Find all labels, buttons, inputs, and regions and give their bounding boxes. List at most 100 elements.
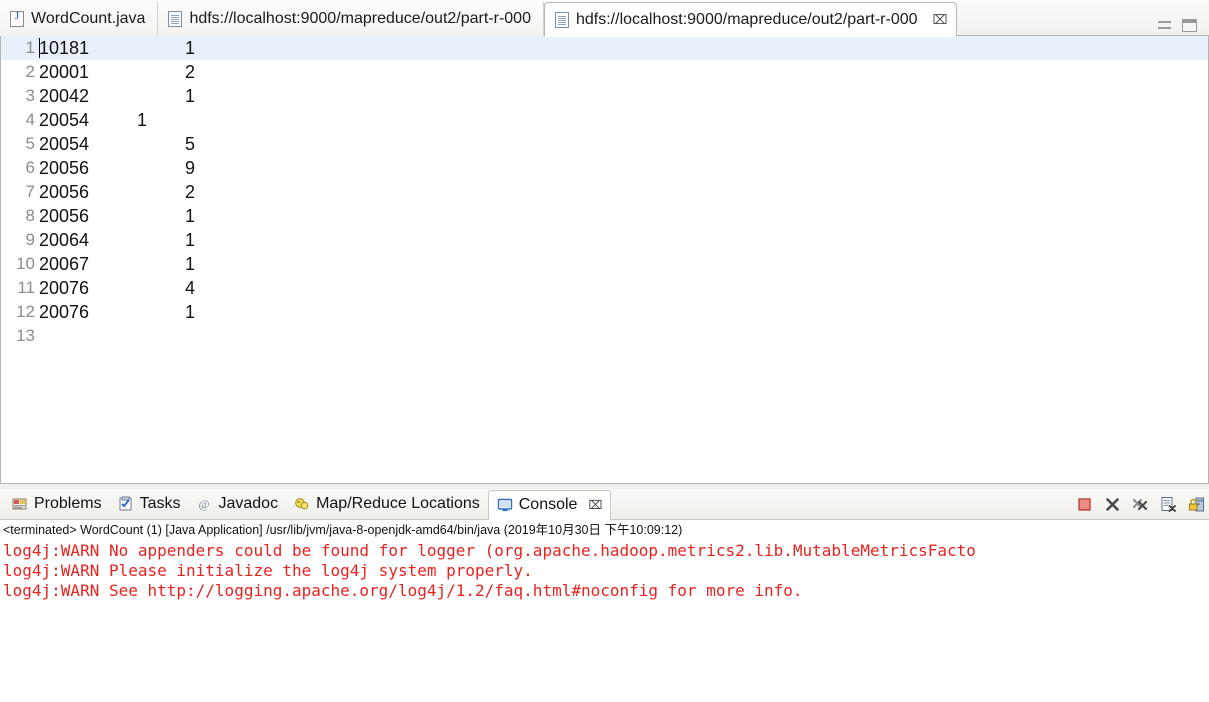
editor-tab-part-r-000-2-active[interactable]: hdfs://localhost:9000/mapreduce/out2/par… [543, 2, 957, 37]
remove-all-terminated-button[interactable] [1132, 496, 1149, 513]
record-value: 5 [185, 134, 196, 154]
bottom-tab-bar: Problems Tasks @ Javadoc Map/Reduce Loca… [0, 489, 1209, 520]
tab-mapreduce-locations[interactable]: Map/Reduce Locations [286, 489, 488, 520]
code-line-content: 20042 1 [37, 84, 1208, 108]
terminate-button[interactable] [1076, 496, 1093, 513]
record-key: 20076 [39, 278, 90, 298]
editor-view-buttons [1151, 19, 1209, 36]
code-line-content: 20064 1 [37, 228, 1208, 252]
tab-label: Tasks [139, 495, 181, 512]
record-value: 1 [185, 38, 196, 58]
editor-text-area[interactable]: 1 10181 1 2 20001 2 3 20042 1 4 20054 1 5 20054 5 6 2005… [0, 36, 1209, 484]
code-line-content: 20054 1 [37, 108, 1208, 132]
record-value: 2 [185, 182, 196, 202]
tab-label: Problems [34, 495, 102, 512]
code-line[interactable]: 4 20054 1 [1, 108, 1208, 132]
record-key: 20054 [39, 110, 90, 130]
record-value: 4 [185, 278, 196, 298]
code-line-content: 10181 1 [37, 36, 1208, 60]
line-number: 11 [17, 278, 35, 297]
code-line[interactable]: 1 10181 1 [1, 36, 1208, 60]
record-key: 20042 [39, 86, 90, 106]
minimize-view-icon[interactable] [1157, 20, 1172, 31]
scroll-lock-button[interactable] [1188, 496, 1205, 513]
code-line-content: 20076 4 [37, 276, 1208, 300]
console-status-line: <terminated> WordCount (1) [Java Applica… [3, 523, 683, 537]
code-line-content: 20076 1 [37, 300, 1208, 324]
code-line-content: 20054 5 [37, 132, 1208, 156]
clear-console-button[interactable] [1160, 496, 1177, 513]
record-value: 1 [185, 302, 196, 322]
record-key: 20054 [39, 134, 90, 154]
editor-area: WordCount.java hdfs://localhost:9000/map… [0, 0, 1209, 484]
svg-text:@: @ [199, 497, 210, 511]
record-key: 20076 [39, 302, 90, 322]
code-line[interactable]: 5 20054 5 [1, 132, 1208, 156]
record-key: 10181 [39, 38, 90, 58]
maximize-view-icon[interactable] [1182, 19, 1197, 32]
record-key: 20056 [39, 182, 90, 202]
code-line[interactable]: 11 20076 4 [1, 276, 1208, 300]
code-line-content: 20056 1 [37, 204, 1208, 228]
text-file-icon [554, 11, 569, 28]
record-value: 1 [137, 110, 148, 130]
line-number: 2 [25, 62, 35, 81]
code-line[interactable]: 9 20064 1 [1, 228, 1208, 252]
record-value: 1 [185, 86, 196, 106]
editor-tab-label: hdfs://localhost:9000/mapreduce/out2/par… [575, 10, 918, 28]
record-value: 1 [185, 206, 196, 226]
tab-label: Javadoc [218, 495, 279, 512]
line-number: 1 [25, 38, 35, 57]
line-number: 10 [16, 254, 35, 273]
remove-launch-button[interactable] [1104, 496, 1121, 513]
record-key: 20056 [39, 206, 90, 226]
tab-problems[interactable]: Problems [4, 489, 110, 520]
eclipse-workbench: WordCount.java hdfs://localhost:9000/map… [0, 0, 1209, 702]
code-line-list: 1 10181 1 2 20001 2 3 20042 1 4 20054 1 5 20054 5 6 2005… [1, 36, 1208, 483]
editor-tab-wordcount-java[interactable]: WordCount.java [0, 2, 159, 36]
record-key: 20067 [39, 254, 90, 274]
line-number: 7 [25, 182, 35, 201]
console-output[interactable]: log4j:WARN No appenders could be found f… [0, 541, 1209, 702]
record-value: 9 [185, 158, 196, 178]
console-toolbar [1076, 489, 1209, 520]
problems-icon [12, 496, 28, 512]
console-line: log4j:WARN See http://logging.apache.org… [3, 581, 803, 600]
code-line[interactable]: 6 20056 9 [1, 156, 1208, 180]
editor-tab-bar: WordCount.java hdfs://localhost:9000/map… [0, 0, 1209, 37]
line-number: 5 [25, 134, 35, 153]
code-line[interactable]: 3 20042 1 [1, 84, 1208, 108]
code-line[interactable]: 13 [1, 324, 1208, 348]
text-file-icon [168, 11, 183, 27]
code-line-content: 20056 9 [37, 156, 1208, 180]
code-line[interactable]: 7 20056 2 [1, 180, 1208, 204]
close-icon[interactable]: ⌧ [588, 498, 602, 512]
line-number: 3 [25, 86, 35, 105]
tab-console[interactable]: Console ⌧ [487, 489, 612, 520]
record-key: 20056 [39, 158, 90, 178]
line-number: 8 [25, 206, 35, 225]
close-icon[interactable]: ⌧ [931, 12, 950, 28]
code-line[interactable]: 8 20056 1 [1, 204, 1208, 228]
tab-javadoc[interactable]: @ Javadoc [188, 489, 286, 520]
line-number: 4 [25, 110, 35, 129]
tasks-icon [118, 496, 134, 512]
record-value: 2 [185, 62, 196, 82]
code-line[interactable]: 10 20067 1 [1, 252, 1208, 276]
code-line-content: 20056 2 [37, 180, 1208, 204]
editor-tab-part-r-000-1[interactable]: hdfs://localhost:9000/mapreduce/out2/par… [158, 2, 544, 36]
java-file-icon [10, 10, 24, 27]
bottom-view-stack: Problems Tasks @ Javadoc Map/Reduce Loca… [0, 489, 1209, 702]
tab-tasks[interactable]: Tasks [110, 489, 189, 520]
code-line[interactable]: 12 20076 1 [1, 300, 1208, 324]
code-line-content: 20067 1 [37, 252, 1208, 276]
record-value: 1 [185, 230, 196, 250]
code-line-content [37, 324, 1208, 348]
code-line[interactable]: 2 20001 2 [1, 60, 1208, 84]
tab-label: Map/Reduce Locations [316, 495, 480, 512]
line-number: 13 [16, 326, 35, 345]
editor-tab-label: WordCount.java [31, 10, 146, 27]
line-number: 6 [25, 158, 35, 177]
mapreduce-icon [294, 496, 310, 512]
text-caret [39, 38, 40, 58]
